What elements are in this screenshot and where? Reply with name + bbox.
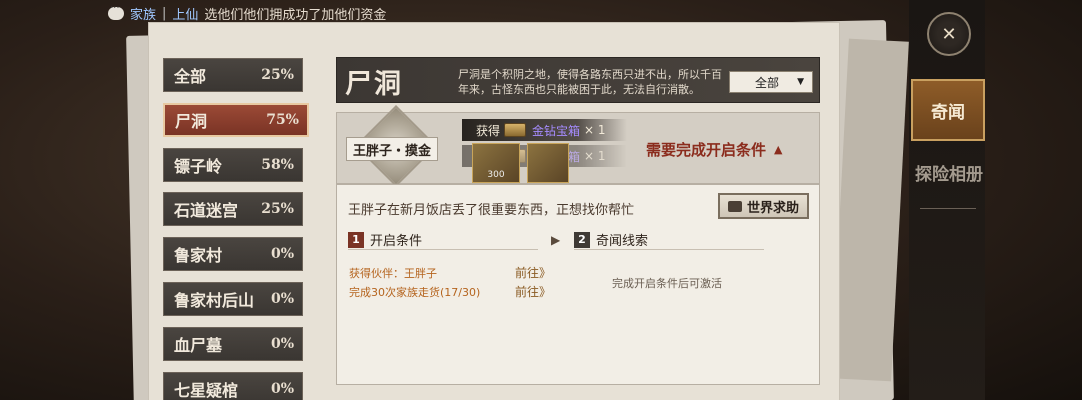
chat-separator: | bbox=[162, 5, 167, 21]
reward-label: 获得 bbox=[476, 123, 501, 138]
goto-link[interactable]: 前往》 bbox=[515, 283, 551, 300]
location-label: 镖子岭 bbox=[174, 156, 223, 176]
condition-text: 获得伙伴：王胖子 bbox=[349, 267, 437, 280]
location-percent: 75% bbox=[266, 111, 299, 128]
reward-thumbnail[interactable] bbox=[527, 143, 569, 183]
reward-count: 300 bbox=[487, 170, 505, 180]
world-help-button[interactable]: 世界求助 bbox=[718, 193, 809, 219]
filter-selected: 全部 bbox=[755, 75, 780, 90]
location-item-biaoziling[interactable]: 镖子岭 58% bbox=[163, 147, 303, 182]
section-clues: 2 奇闻线索 bbox=[574, 230, 764, 250]
reward-qty: × 1 bbox=[584, 149, 606, 163]
location-item-shidong[interactable]: 尸洞 75% bbox=[163, 102, 309, 137]
arrow-right-icon: ▶ bbox=[551, 233, 561, 247]
chat-icon bbox=[727, 200, 742, 212]
location-percent: 0% bbox=[270, 380, 294, 397]
chat-channel: 家族 bbox=[130, 7, 157, 23]
reward-row: 获得 金钻宝箱 × 1 bbox=[462, 119, 627, 141]
location-description: 尸洞是个积阴之地，使得各路东西只进不出，所以千百年来，古怪东西也只能被困于此，无… bbox=[458, 68, 722, 96]
location-label: 七星疑棺 bbox=[174, 380, 239, 400]
location-label: 鲁家村后山 bbox=[174, 290, 255, 310]
section-title: 奇闻线索 bbox=[596, 234, 649, 249]
triangle-up-icon: ▲ bbox=[774, 143, 783, 156]
quest-npc: 王胖子・摸金 bbox=[346, 137, 438, 161]
chat-user: 上仙 bbox=[172, 7, 199, 23]
condition-text: 完成30次家族走货(17/30) bbox=[349, 286, 481, 299]
section-open-conditions: 1 开启条件 bbox=[348, 230, 538, 250]
reward-qty: × 1 bbox=[584, 123, 606, 137]
location-label: 尸洞 bbox=[175, 111, 208, 131]
location-detail-panel: 尸洞 尸洞是个积阴之地，使得各路东西只进不出，所以千百年来，古怪东西也只能被困于… bbox=[336, 57, 820, 385]
tab-qiwen[interactable]: 奇闻 bbox=[911, 79, 985, 141]
chevron-down-icon: ▼ bbox=[797, 77, 804, 87]
location-percent: 58% bbox=[261, 156, 294, 173]
location-item-blood-tomb[interactable]: 血尸墓 0% bbox=[163, 326, 303, 361]
quest-card[interactable]: 王胖子・摸金 获得 金钻宝箱 × 1 获得 金钻宝箱 × 1 300 需要完成开… bbox=[336, 104, 820, 188]
location-title: 尸洞 bbox=[345, 69, 403, 100]
location-percent: 0% bbox=[270, 246, 294, 263]
quest-detail: 王胖子在新月饭店丢了很重要东西，正想找你帮忙 世界求助 1 开启条件 ▶ 2 奇… bbox=[336, 184, 820, 385]
location-percent: 25% bbox=[261, 67, 294, 83]
section-number: 1 bbox=[348, 231, 364, 248]
section-number: 2 bbox=[574, 231, 590, 248]
goto-link[interactable]: 前往》 bbox=[515, 264, 551, 281]
clue-locked-note: 完成开启条件后可激活 bbox=[612, 277, 722, 290]
requirement-text: 需要完成开启条件 bbox=[646, 141, 767, 159]
location-label: 全部 bbox=[174, 67, 207, 86]
reward-name: 金钻宝箱 bbox=[532, 123, 581, 138]
location-percent: 0% bbox=[270, 290, 294, 307]
tab-divider bbox=[920, 208, 976, 209]
chat-message: 选他们他们拥成功了加他们资金 bbox=[204, 7, 387, 23]
location-item-all[interactable]: 全部 25% bbox=[163, 58, 303, 92]
location-percent: 25% bbox=[261, 201, 294, 218]
location-list: 全部 25% 尸洞 75% 镖子岭 58% 石道迷宫 25% 鲁家村 0% 鲁家… bbox=[163, 58, 309, 400]
tab-label: 奇闻 bbox=[931, 102, 965, 123]
chat-bubble-icon bbox=[108, 3, 124, 20]
location-label: 鲁家村 bbox=[174, 246, 223, 266]
world-help-label: 世界求助 bbox=[746, 200, 799, 216]
location-label: 石道迷宫 bbox=[174, 201, 239, 221]
location-item-seven-star-coffin[interactable]: 七星疑棺 0% bbox=[163, 371, 303, 400]
location-item-stone-maze[interactable]: 石道迷宫 25% bbox=[163, 192, 303, 227]
right-tab-bar bbox=[909, 0, 985, 400]
filter-dropdown[interactable]: 全部 ▼ bbox=[729, 71, 813, 93]
location-percent: 0% bbox=[270, 335, 294, 352]
location-item-lujiacun-hill[interactable]: 鲁家村后山 0% bbox=[163, 281, 303, 316]
location-header: 尸洞 尸洞是个积阴之地，使得各路东西只进不出，所以千百年来，古怪东西也只能被困于… bbox=[336, 57, 820, 103]
compass-icon[interactable]: ✕ bbox=[927, 12, 971, 56]
tab-album[interactable]: 探险相册 bbox=[911, 160, 987, 185]
treasure-chest-icon bbox=[504, 123, 527, 137]
location-label: 血尸墓 bbox=[174, 335, 223, 355]
location-item-lujiacun[interactable]: 鲁家村 0% bbox=[163, 237, 303, 272]
chat-bar[interactable]: 家族 | 上仙 选他们他们拥成功了加他们资金 bbox=[108, 3, 387, 23]
quest-text: 王胖子在新月饭店丢了很重要东西，正想找你帮忙 bbox=[348, 203, 635, 218]
section-title: 开启条件 bbox=[370, 234, 423, 249]
requirement-toggle[interactable]: 需要完成开启条件 ▲ bbox=[646, 139, 782, 160]
